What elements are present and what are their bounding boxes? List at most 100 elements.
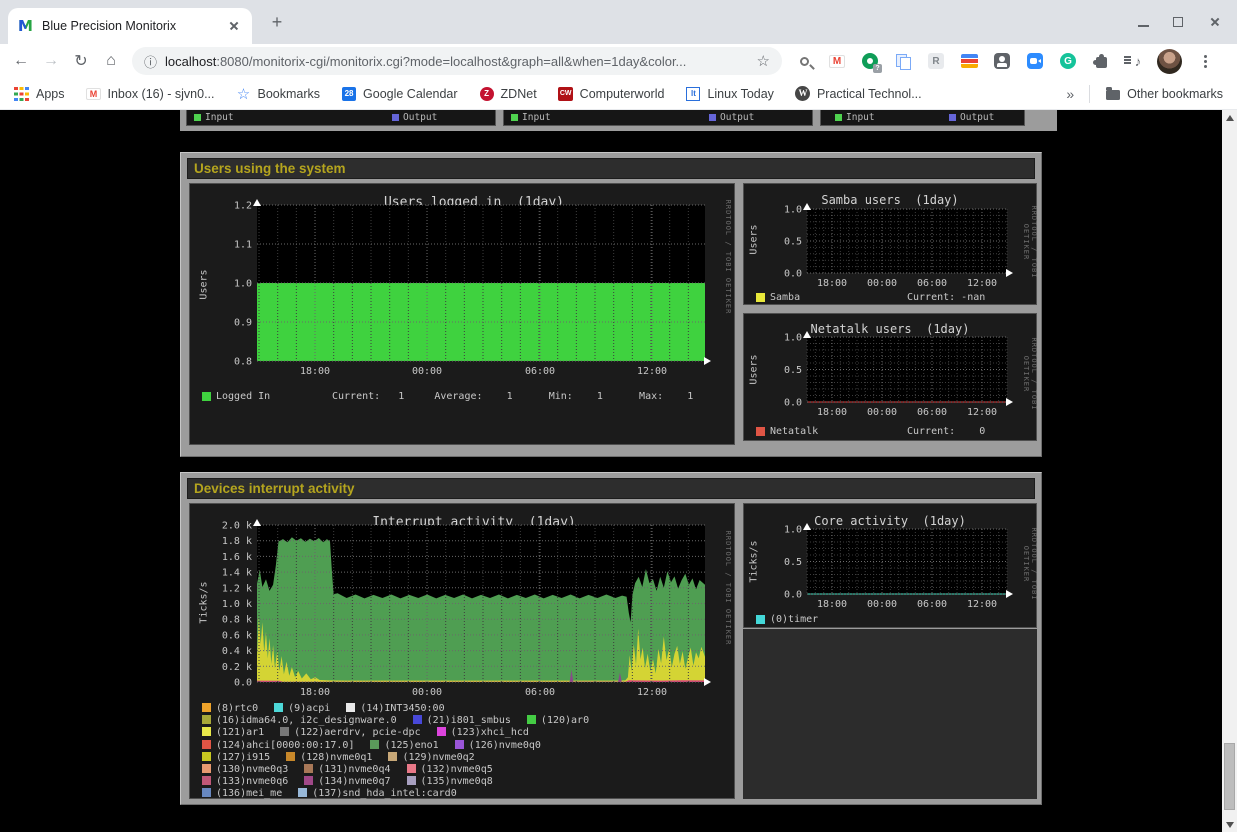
clipped-graph-panel[interactable]: Input Output (820, 110, 1025, 126)
rrdtool-credit: RRDTOOL / TOBI OETIKER (1022, 187, 1038, 297)
zdnet-icon: Z (479, 86, 495, 102)
bookmark-apps[interactable]: Apps (14, 86, 65, 102)
samba-users-chart: 18:0000:0006:0012:000.00.51.0 (744, 184, 1036, 304)
close-icon[interactable] (1207, 14, 1223, 30)
profile-avatar[interactable] (1157, 49, 1182, 74)
maximize-icon[interactable] (1173, 17, 1183, 27)
apps-grid-icon (14, 86, 30, 102)
other-bookmarks[interactable]: Other bookmarks (1105, 86, 1223, 102)
svg-text:00:00: 00:00 (412, 366, 442, 377)
users-logged-in-graph-panel[interactable]: Users logged in (1day) Users 18:0000:000… (189, 183, 735, 445)
zoom-ext-icon[interactable] (1025, 51, 1045, 71)
svg-text:0.0: 0.0 (784, 590, 802, 601)
window-controls (1138, 14, 1223, 30)
clipped-graph-panel[interactable]: Input Output (503, 110, 813, 126)
svg-text:0.0: 0.0 (784, 269, 802, 280)
search-ext-icon[interactable] (794, 51, 814, 71)
tab-close-icon[interactable] (226, 18, 242, 34)
star-icon: ☆ (236, 86, 252, 102)
svg-text:0.2 k: 0.2 k (222, 662, 252, 673)
voice-ext-icon[interactable]: ? (860, 51, 880, 71)
svg-text:0.4 k: 0.4 k (222, 646, 252, 657)
svg-text:12:00: 12:00 (967, 278, 997, 289)
new-tab-button[interactable]: + (264, 9, 290, 35)
r-ext-icon[interactable]: R (926, 51, 946, 71)
books-ext-icon[interactable] (959, 51, 979, 71)
home-button[interactable]: ⌂ (96, 52, 126, 70)
rrdtool-credit: RRDTOOL / TOBI OETIKER (1022, 319, 1038, 429)
bookmark-computerworld[interactable]: CWComputerworld (558, 86, 665, 102)
chart-legend: Netatalk (756, 426, 834, 437)
bookmark-bookmarks[interactable]: ☆Bookmarks (236, 86, 321, 102)
bookmark-google-calendar[interactable]: 28Google Calendar (341, 86, 458, 102)
netatalk-users-chart: 18:0000:0006:0012:000.00.51.0 (744, 314, 1036, 440)
svg-text:1.8 k: 1.8 k (222, 536, 252, 547)
svg-text:0.0: 0.0 (234, 678, 252, 689)
browser-tab[interactable]: MM Blue Precision Monitorix (8, 8, 252, 44)
minimize-icon[interactable] (1138, 18, 1149, 27)
interrupt-legend: (8)rtc0(9)acpi(14)INT3450:00(16)idma64.0… (202, 703, 605, 801)
clipped-graph-panel[interactable]: Input Output (186, 110, 496, 126)
music-queue-icon[interactable]: ♪ (1124, 51, 1144, 71)
output-swatch-icon (709, 114, 716, 121)
output-legend: Output (392, 112, 437, 123)
copy-ext-icon[interactable] (893, 51, 913, 71)
reload-button[interactable]: ↻ (66, 51, 96, 71)
svg-text:1.0: 1.0 (784, 525, 802, 536)
input-legend: Input (835, 112, 875, 123)
input-swatch-icon (194, 114, 201, 121)
chart-legend: Samba (756, 292, 816, 303)
svg-text:00:00: 00:00 (867, 278, 897, 289)
core-activity-graph-panel[interactable]: Core activity (1day) Ticks/s 18:0000:000… (743, 503, 1037, 628)
bookmark-inbox[interactable]: MInbox (16) - sjvn0... (86, 86, 215, 102)
bookmarks-bar: Apps MInbox (16) - sjvn0... ☆Bookmarks 2… (0, 78, 1237, 110)
svg-text:06:00: 06:00 (917, 278, 947, 289)
rrdtool-credit: RRDTOOL / TOBI OETIKER (724, 182, 732, 332)
output-swatch-icon (392, 114, 399, 121)
vertical-scrollbar[interactable] (1222, 110, 1237, 832)
bookmark-zdnet[interactable]: ZZDNet (479, 86, 537, 102)
empty-cell-filler (743, 629, 1037, 799)
svg-text:12:00: 12:00 (637, 366, 667, 377)
svg-text:1.2: 1.2 (234, 201, 252, 212)
wordpress-icon: W (795, 86, 811, 102)
svg-text:0.5: 0.5 (784, 237, 802, 248)
chart-stats: Current: 1 Average: 1 Min: 1 Max: 1 (332, 391, 693, 402)
menu-kebab-icon[interactable] (1195, 51, 1215, 71)
chart-stats: Current: 0 (907, 426, 985, 437)
page-info-icon[interactable]: ⓘ (144, 52, 157, 71)
bookmark-practical-technology[interactable]: WPractical Technol... (795, 86, 922, 102)
bookmarks-overflow-icon[interactable]: » (1066, 86, 1074, 102)
scrollbar-thumb[interactable] (1224, 743, 1235, 810)
svg-text:18:00: 18:00 (817, 278, 847, 289)
url-text: localhost:8080/monitorix-cgi/monitorix.c… (165, 54, 749, 69)
samba-users-graph-panel[interactable]: Samba users (1day) Users 18:0000:0006:00… (743, 183, 1037, 305)
puzzle-extensions-icon[interactable] (1091, 51, 1111, 71)
input-swatch-icon (511, 114, 518, 121)
linux-today-icon: lt (685, 86, 701, 102)
bookmark-linux-today[interactable]: ltLinux Today (685, 86, 774, 102)
svg-text:0.5: 0.5 (784, 365, 802, 376)
gmail-ext-icon[interactable]: M (827, 51, 847, 71)
svg-text:2.0 k: 2.0 k (222, 521, 252, 532)
scroll-up-icon[interactable] (1222, 110, 1237, 125)
svg-text:0.8: 0.8 (234, 357, 252, 368)
svg-text:1.0: 1.0 (234, 279, 252, 290)
forward-button[interactable]: → (36, 52, 66, 70)
netatalk-users-graph-panel[interactable]: Netatalk users (1day) Users 18:0000:0006… (743, 313, 1037, 441)
pocket-ext-icon[interactable] (992, 51, 1012, 71)
input-legend: Input (511, 112, 551, 123)
scroll-down-icon[interactable] (1222, 817, 1237, 832)
page-content: Input Output Input Output Input Output U… (0, 110, 1237, 832)
address-bar[interactable]: ⓘ localhost:8080/monitorix-cgi/monitorix… (132, 47, 782, 75)
svg-text:1.1: 1.1 (234, 240, 252, 251)
gmail-icon: M (86, 86, 102, 102)
svg-text:12:00: 12:00 (967, 599, 997, 610)
svg-text:06:00: 06:00 (525, 687, 555, 698)
output-swatch-icon (949, 114, 956, 121)
grammarly-ext-icon[interactable]: G (1058, 51, 1078, 71)
extensions-row: M ? R G ♪ (794, 49, 1215, 74)
bookmark-star-icon[interactable]: ☆ (757, 52, 770, 70)
back-button[interactable]: ← (6, 52, 36, 70)
interrupt-activity-graph-panel[interactable]: Interrupt activity (1day) Ticks/s 18:000… (189, 503, 735, 799)
